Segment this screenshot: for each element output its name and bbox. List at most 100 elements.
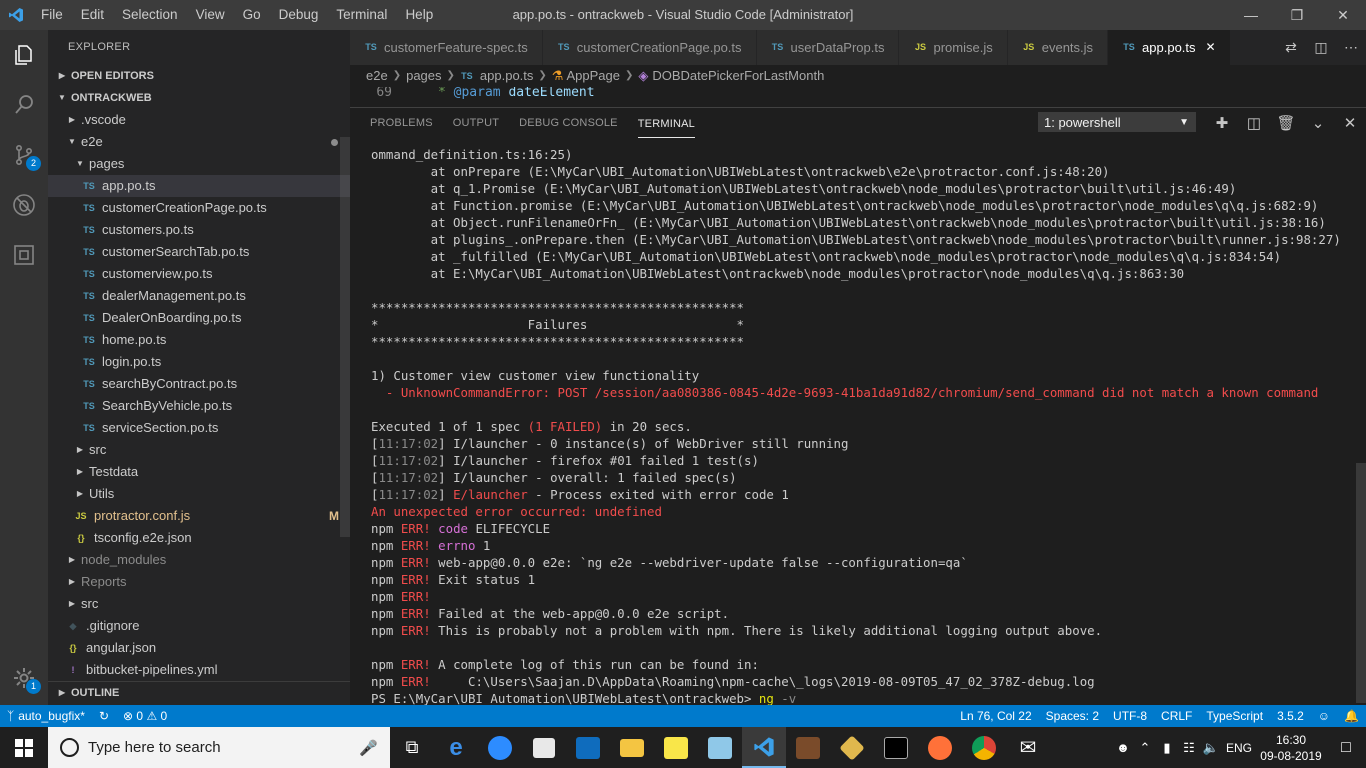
terminal-select[interactable]: 1: powershell ▼ [1038,112,1196,132]
tree-file[interactable]: TS customerview.po.ts [48,263,350,285]
new-terminal-icon[interactable]: ✚ [1206,114,1238,132]
tab-customer-creation-page[interactable]: TS customerCreationPage.po.ts [542,30,757,65]
sync-button[interactable]: ↻ [92,705,116,727]
outline-section[interactable]: ▶ OUTLINE [48,681,350,703]
tree-file[interactable]: {} angular.json [48,637,350,659]
outlook-icon[interactable] [566,727,610,768]
restore-button[interactable]: ❐ [1274,0,1320,30]
zoom-icon[interactable] [478,727,522,768]
menu-terminal[interactable]: Terminal [327,0,396,30]
chevron-down-icon[interactable]: ⌄ [1302,114,1334,132]
tab-terminal[interactable]: TERMINAL [637,111,695,138]
debug-icon[interactable] [0,180,48,230]
tab-debug-console[interactable]: DEBUG CONSOLE [519,108,618,138]
encoding[interactable]: UTF-8 [1106,705,1154,727]
tree-folder-src-root[interactable]: ▶ src [48,593,350,615]
problems-status[interactable]: ⊗ 0 ⚠ 0 [116,705,174,727]
close-window-button[interactable]: ✕ [1320,0,1366,30]
sticky-notes-icon[interactable] [654,727,698,768]
mail-icon[interactable]: ✉ [1006,727,1050,768]
tree-folder-node-modules[interactable]: ▶ node_modules [48,549,350,571]
feedback-smiley-icon[interactable]: ☺ [1311,705,1337,727]
store-icon[interactable] [522,727,566,768]
file-explorer-icon[interactable] [610,727,654,768]
network-icon[interactable]: ☷ [1178,740,1200,756]
volume-icon[interactable]: 🔈 [1200,740,1222,756]
breadcrumb-item[interactable]: DOBDatePickerForLastMonth [652,65,824,87]
split-terminal-icon[interactable]: ◫ [1238,114,1270,132]
open-editors-section[interactable]: ▶ OPEN EDITORS [48,65,350,87]
tab-user-data-prop[interactable]: TS userDataProp.ts [756,30,900,65]
breadcrumb-item[interactable]: pages [406,65,441,87]
tree-file[interactable]: TS login.po.ts [48,351,350,373]
tree-file[interactable]: ◆ .gitignore [48,615,350,637]
tree-folder-pages[interactable]: ▼ pages [48,153,350,175]
tab-promise-js[interactable]: JS promise.js [899,30,1008,65]
language-indicator[interactable]: ENG [1222,741,1256,755]
split-editor-icon[interactable]: ◫ [1306,39,1336,56]
tree-file[interactable]: TS SearchByVehicle.po.ts [48,395,350,417]
tree-file[interactable]: TS customers.po.ts [48,219,350,241]
tree-folder-e2e[interactable]: ▼ e2e [48,131,350,153]
people-icon[interactable]: ☻ [1112,740,1134,755]
menu-help[interactable]: Help [396,0,442,30]
menu-selection[interactable]: Selection [113,0,187,30]
terminal-output[interactable]: ommand_definition.ts:16:25) at onPrepare… [350,138,1366,707]
tree-file[interactable]: TS customerSearchTab.po.ts [48,241,350,263]
minimize-button[interactable]: — [1228,0,1274,30]
action-center-icon[interactable]: □ [1326,739,1366,757]
search-icon[interactable] [0,80,48,130]
more-actions-icon[interactable]: ⋯ [1336,39,1366,56]
tree-file[interactable]: TS serviceSection.po.ts [48,417,350,439]
terminal-scrollbar[interactable] [1356,463,1366,703]
sidebar-scrollbar[interactable] [340,137,350,537]
tree-folder-reports[interactable]: ▶ Reports [48,571,350,593]
tree-file[interactable]: TS searchByContract.po.ts [48,373,350,395]
tab-events-js[interactable]: JS events.js [1007,30,1109,65]
breadcrumb-item[interactable]: e2e [366,65,388,87]
taskbar-search-input[interactable]: Type here to search 🎤 [48,727,390,768]
command-prompt-icon[interactable] [874,727,918,768]
cursor-position[interactable]: Ln 76, Col 22 [953,705,1038,727]
tree-file[interactable]: ! bitbucket-pipelines.yml [48,659,350,681]
menu-edit[interactable]: Edit [72,0,113,30]
task-view-icon[interactable]: ⧉ [390,727,434,768]
trash-icon[interactable]: 🗑 [1270,114,1302,132]
tree-file-protractor-conf[interactable]: JS protractor.conf.js M [48,505,350,527]
compare-changes-icon[interactable]: ⇄ [1276,39,1306,56]
microphone-icon[interactable]: 🎤 [359,739,378,757]
chrome-icon[interactable] [962,727,1006,768]
notifications-bell-icon[interactable]: 🔔 [1337,705,1366,727]
source-control-icon[interactable]: 2 [0,130,48,180]
menu-view[interactable]: View [187,0,234,30]
menu-file[interactable]: File [32,0,72,30]
git-tool-icon[interactable] [830,727,874,768]
close-panel-icon[interactable]: ✕ [1334,114,1366,132]
tree-file-app-po[interactable]: TS app.po.ts [48,175,350,197]
tree-file[interactable]: TS dealerManagement.po.ts [48,285,350,307]
settings-gear-icon[interactable]: 1 [0,653,48,703]
clock[interactable]: 16:30 09-08-2019 [1256,732,1326,764]
ts-version[interactable]: 3.5.2 [1270,705,1311,727]
tree-file[interactable]: TS DealerOnBoarding.po.ts [48,307,350,329]
tree-file[interactable]: TS home.po.ts [48,329,350,351]
menu-go[interactable]: Go [234,0,270,30]
edge-icon[interactable]: e [434,727,478,768]
explorer-icon[interactable] [0,30,48,80]
code-line[interactable]: 69 * @param dateElement [350,87,1366,99]
tree-file[interactable]: TS customerCreationPage.po.ts [48,197,350,219]
vscode-taskbar-icon[interactable] [742,727,786,768]
notepad-icon[interactable] [698,727,742,768]
firefox-icon[interactable] [918,727,962,768]
git-branch[interactable]: ᛉ auto_bugfix* [0,705,92,727]
breadcrumb-item[interactable]: AppPage [566,65,620,87]
game-app-icon[interactable] [786,727,830,768]
language-mode[interactable]: TypeScript [1199,705,1270,727]
tab-output[interactable]: OUTPUT [453,108,499,138]
tree-folder-utils[interactable]: ▶ Utils [48,483,350,505]
breadcrumb-item[interactable]: app.po.ts [480,65,534,87]
project-section[interactable]: ▼ ONTRACKWEB [48,87,350,109]
tree-folder-vscode[interactable]: ▶ .vscode [48,109,350,131]
tab-problems[interactable]: PROBLEMS [370,108,433,138]
tab-app-po[interactable]: TS app.po.ts ✕ [1108,30,1231,65]
